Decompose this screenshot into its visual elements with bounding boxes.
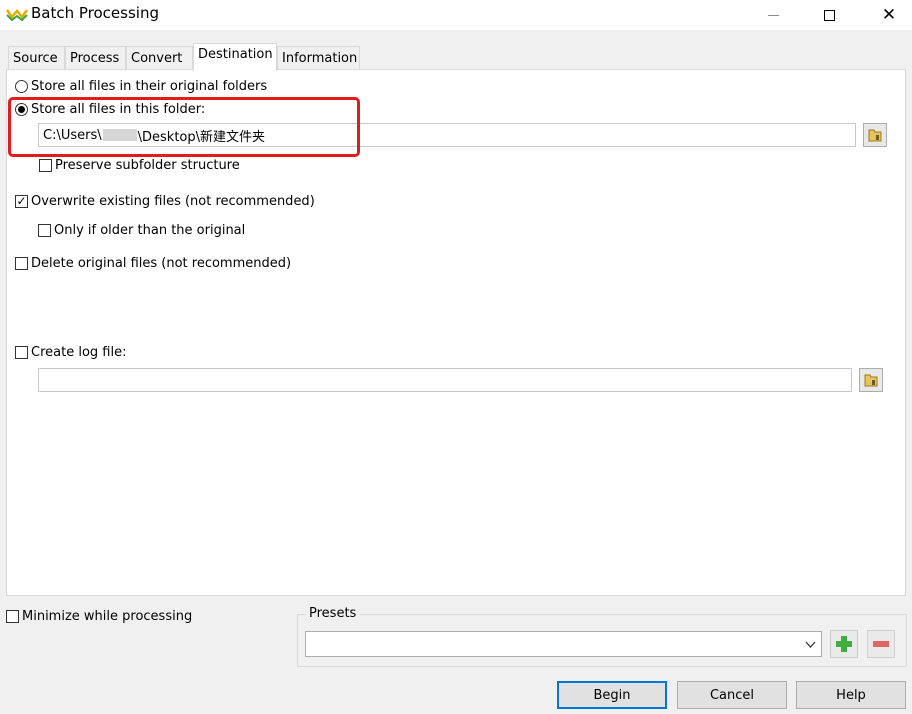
store-original-radio[interactable] — [15, 80, 28, 93]
begin-button[interactable]: Begin — [557, 681, 667, 709]
only-if-older-label: Only if older than the original — [54, 223, 246, 238]
minimize-while-processing-option[interactable]: Minimize while processing — [6, 609, 192, 624]
tab-label: Convert — [131, 51, 183, 66]
maximize-button[interactable] — [806, 0, 852, 30]
folder-path-suffix: \Desktop\新建文件夹 — [137, 129, 265, 145]
minimize-button[interactable] — [750, 0, 796, 30]
log-file-input[interactable] — [38, 368, 852, 392]
add-preset-button[interactable] — [830, 630, 858, 658]
remove-preset-button[interactable] — [867, 630, 895, 658]
tab-information[interactable]: Information — [277, 46, 360, 70]
overwrite-option[interactable]: ✓ Overwrite existing files (not recommen… — [15, 194, 315, 209]
only-if-older-checkbox[interactable] — [38, 224, 51, 237]
begin-label: Begin — [593, 687, 631, 703]
help-button[interactable]: Help — [796, 681, 906, 709]
title-bar: Batch Processing ✕ — [0, 0, 912, 30]
store-folder-label: Store all files in this folder: — [31, 102, 206, 117]
overwrite-label: Overwrite existing files (not recommende… — [31, 194, 315, 209]
presets-select[interactable] — [305, 631, 822, 657]
redacted-username — [102, 129, 137, 141]
create-log-option[interactable]: Create log file: — [15, 345, 126, 360]
folder-icon — [868, 129, 882, 142]
store-original-option[interactable]: Store all files in their original folder… — [15, 79, 267, 94]
preserve-subfolder-label: Preserve subfolder structure — [55, 158, 240, 173]
cancel-label: Cancel — [709, 687, 755, 703]
create-log-label: Create log file: — [31, 345, 127, 360]
tab-source[interactable]: Source — [8, 46, 65, 70]
overwrite-checkbox[interactable]: ✓ — [15, 195, 28, 208]
tab-process[interactable]: Process — [65, 46, 126, 70]
tab-label: Process — [70, 51, 120, 66]
minus-icon — [873, 641, 889, 647]
preserve-subfolder-checkbox[interactable] — [39, 159, 52, 172]
folder-icon — [864, 374, 878, 387]
batch-icon — [6, 9, 28, 22]
delete-original-label: Delete original files (not recommended) — [31, 256, 292, 271]
tab-label: Information — [282, 51, 358, 66]
tab-label: Source — [13, 51, 58, 66]
minimize-while-processing-checkbox[interactable] — [6, 610, 19, 623]
minimize-icon — [767, 14, 779, 16]
close-icon: ✕ — [881, 5, 897, 25]
store-original-label: Store all files in their original folder… — [31, 79, 268, 94]
minimize-while-processing-label: Minimize while processing — [22, 609, 193, 624]
close-button[interactable]: ✕ — [866, 0, 912, 30]
folder-path-prefix: C:\Users\ — [43, 127, 102, 143]
destination-panel — [6, 69, 906, 596]
only-if-older-option[interactable]: Only if older than the original — [38, 223, 245, 238]
window-title: Batch Processing — [31, 4, 159, 22]
delete-original-option[interactable]: Delete original files (not recommended) — [15, 256, 291, 271]
preserve-subfolder-option[interactable]: Preserve subfolder structure — [39, 158, 240, 173]
maximize-icon — [823, 9, 835, 21]
check-mark-icon: ✓ — [16, 194, 27, 208]
tab-label: Destination — [198, 47, 273, 62]
chevron-down-icon — [805, 641, 816, 648]
destination-folder-input[interactable]: C:\Users\ \Desktop\新建文件夹 — [38, 123, 856, 147]
store-folder-radio[interactable] — [15, 103, 28, 116]
browse-log-button[interactable] — [859, 368, 883, 392]
tab-destination[interactable]: Destination — [193, 43, 277, 71]
store-folder-option[interactable]: Store all files in this folder: — [15, 102, 205, 117]
help-label: Help — [836, 687, 866, 703]
delete-original-checkbox[interactable] — [15, 257, 28, 270]
plus-icon — [836, 636, 852, 652]
cancel-button[interactable]: Cancel — [677, 681, 787, 709]
create-log-checkbox[interactable] — [15, 346, 28, 359]
presets-label: Presets — [306, 606, 360, 621]
browse-destination-button[interactable] — [863, 123, 887, 147]
tab-convert[interactable]: Convert — [126, 46, 193, 70]
